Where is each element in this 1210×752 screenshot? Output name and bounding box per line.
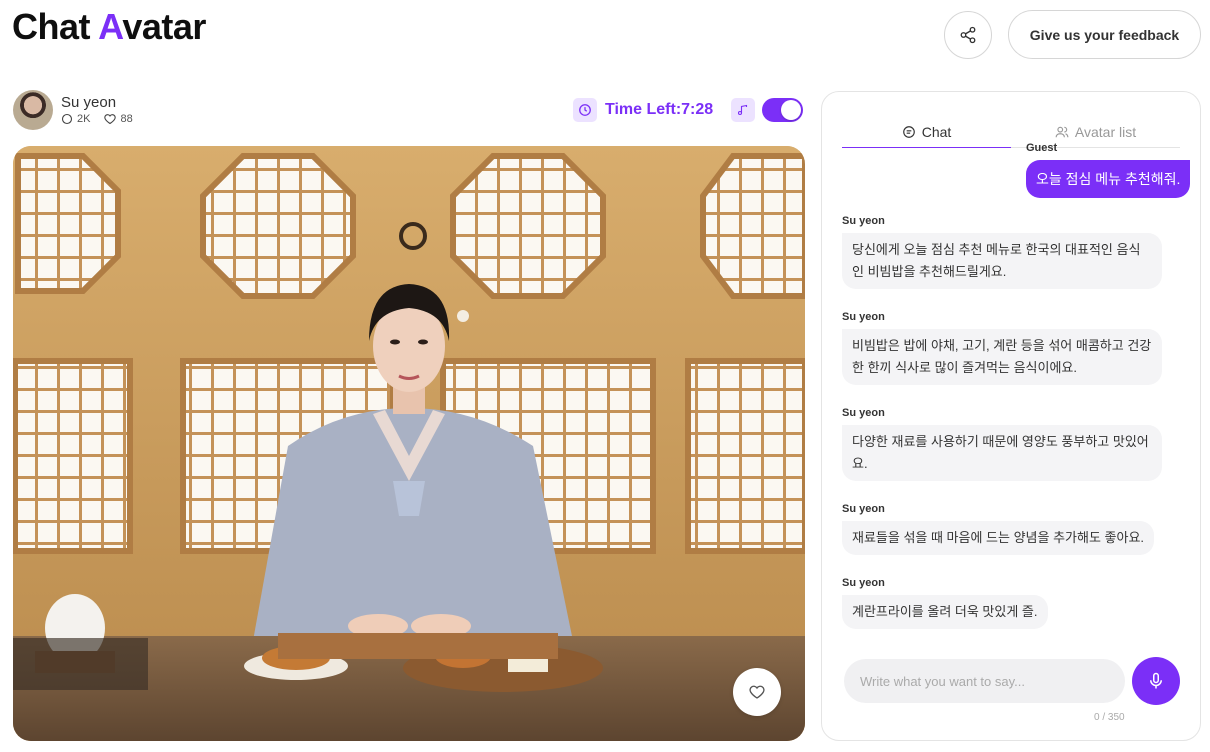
music-note-icon bbox=[737, 104, 748, 116]
heart-count-icon bbox=[104, 114, 117, 125]
avatar-message: 재료들을 섞을 때 마음에 드는 양념을 추가해도 좋아요. bbox=[842, 521, 1155, 555]
chat-panel: Chat Avatar list Guest 오늘 점심 메뉴 추천해줘. Su… bbox=[821, 91, 1201, 741]
message-input[interactable]: Write what you want to say... bbox=[844, 659, 1125, 703]
message-sender: Guest bbox=[1026, 142, 1058, 154]
tab-chat-label: Chat bbox=[921, 123, 952, 140]
message-sender: Su yeon bbox=[842, 407, 885, 419]
chat-tabs: Chat Avatar list bbox=[842, 116, 1180, 148]
chat-count-icon bbox=[61, 113, 73, 125]
music-toggle[interactable] bbox=[762, 98, 803, 122]
music-indicator bbox=[731, 98, 755, 122]
avatar-stats: 2K 88 bbox=[61, 113, 133, 125]
message-sender: Su yeon bbox=[842, 311, 885, 323]
microphone-button[interactable] bbox=[1132, 657, 1180, 705]
avatar-message: 당신에게 오늘 점심 추천 메뉴로 한국의 대표적인 음식인 비빔밥을 추천해드… bbox=[842, 233, 1162, 289]
avatar-message: 다양한 재료를 사용하기 때문에 영양도 풍부하고 맛있어요. bbox=[842, 425, 1162, 481]
timer-badge bbox=[573, 98, 597, 122]
users-icon bbox=[1055, 126, 1069, 138]
logo-text: Chat bbox=[12, 6, 99, 47]
like-button[interactable] bbox=[733, 668, 781, 716]
share-icon bbox=[960, 26, 976, 44]
avatar-message: 계란프라이를 올려 더욱 맛있게 즐. bbox=[842, 595, 1048, 629]
logo-accent-letter: A bbox=[98, 6, 123, 47]
message-sender: Su yeon bbox=[842, 215, 885, 227]
chat-bubble-icon bbox=[902, 125, 915, 138]
like-count: 88 bbox=[120, 113, 133, 125]
tab-avatar-list-label: Avatar list bbox=[1074, 124, 1137, 140]
avatar-name: Su yeon bbox=[61, 94, 117, 111]
video-frame bbox=[13, 146, 805, 741]
time-left: Time Left:7:28 bbox=[605, 101, 714, 118]
user-message: 오늘 점심 메뉴 추천해줘. bbox=[1026, 160, 1191, 198]
logo-text-end: vatar bbox=[122, 6, 206, 47]
app-logo[interactable]: Chat Avatar bbox=[12, 6, 206, 48]
char-counter: 0 / 350 bbox=[1094, 712, 1125, 723]
avatar-video[interactable] bbox=[13, 146, 805, 741]
avatar-message: 비빔밥은 밥에 야채, 고기, 계란 등을 섞어 매콤하고 건강한 한끼 식사로… bbox=[842, 329, 1162, 385]
chat-count: 2K bbox=[77, 113, 91, 125]
share-button[interactable] bbox=[944, 11, 992, 59]
avatar[interactable] bbox=[13, 90, 53, 130]
message-sender: Su yeon bbox=[842, 503, 885, 515]
heart-icon bbox=[749, 685, 765, 699]
microphone-icon bbox=[1150, 672, 1162, 689]
tab-chat[interactable]: Chat bbox=[842, 116, 1011, 148]
clock-icon bbox=[579, 104, 591, 116]
toggle-knob bbox=[781, 100, 801, 120]
feedback-button[interactable]: Give us your feedback bbox=[1008, 10, 1201, 59]
message-sender: Su yeon bbox=[842, 577, 885, 589]
